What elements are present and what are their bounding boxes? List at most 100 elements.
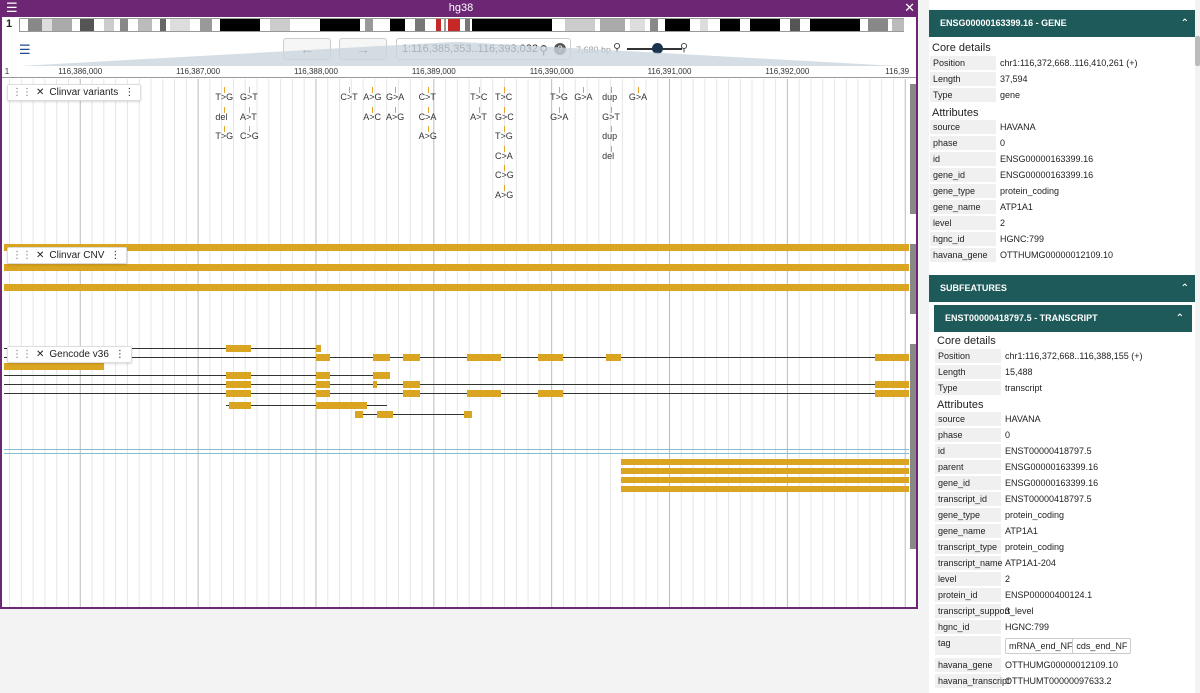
transcript-line[interactable] <box>354 414 472 415</box>
panel-scrollbar-thumb[interactable] <box>1195 36 1200 66</box>
variant-label[interactable]: A>T <box>240 112 257 122</box>
variant-label[interactable]: G>T <box>602 112 620 122</box>
drag-handle-icon[interactable]: ⋮⋮ <box>12 250 32 261</box>
variant-label[interactable]: T>G <box>215 92 233 102</box>
close-track-icon[interactable]: ✕ <box>36 250 44 261</box>
exon[interactable] <box>4 363 104 370</box>
track-list-icon[interactable]: ☰ <box>19 42 31 58</box>
variant-label[interactable]: A>G <box>419 131 437 141</box>
cnv-bar[interactable] <box>4 244 909 251</box>
variant-label[interactable]: G>C <box>495 112 514 122</box>
exon[interactable] <box>315 372 331 379</box>
drag-handle-icon[interactable]: ⋮⋮ <box>12 349 32 360</box>
feature-bar[interactable] <box>621 459 909 465</box>
variant-label[interactable]: A>C <box>363 112 381 122</box>
cnv-bar[interactable] <box>4 264 909 271</box>
track-scrollbar[interactable] <box>910 344 916 549</box>
variant-label[interactable]: T>G <box>495 131 513 141</box>
search-icon[interactable]: ⚲ <box>539 40 548 60</box>
chevron-up-icon[interactable]: ⌃ <box>1181 10 1189 37</box>
zoom-slider-thumb[interactable] <box>652 43 664 54</box>
exon[interactable] <box>466 354 501 361</box>
variant-label[interactable]: G>A <box>550 112 568 122</box>
exon[interactable] <box>226 372 252 379</box>
feature-bar[interactable] <box>621 468 909 474</box>
panel-scrollbar[interactable] <box>1195 0 1200 693</box>
track-menu-icon[interactable]: ⋮ <box>110 250 120 261</box>
variant-label[interactable]: A>G <box>495 190 513 200</box>
feature-bar[interactable] <box>621 486 909 492</box>
feature-bar[interactable] <box>621 477 909 483</box>
pan-left-button[interactable]: ← <box>283 38 331 60</box>
zoom-out-icon[interactable]: ⚲ <box>613 41 621 54</box>
help-icon[interactable]: ? <box>554 43 566 55</box>
exon[interactable] <box>377 411 393 418</box>
exon[interactable] <box>874 390 909 397</box>
variant-label[interactable]: G>A <box>629 92 647 102</box>
variant-label[interactable]: T>G <box>550 92 568 102</box>
chevron-up-icon[interactable]: ⌃ <box>1176 305 1184 332</box>
exon[interactable] <box>372 372 391 379</box>
variant-label[interactable]: C>T <box>340 92 357 102</box>
variant-label[interactable]: A>T <box>470 112 487 122</box>
exon[interactable] <box>226 345 252 352</box>
exon[interactable] <box>315 402 367 409</box>
zoom-in-icon[interactable]: ⚲ <box>680 41 688 54</box>
exon[interactable] <box>403 354 420 361</box>
variant-label[interactable]: G>A <box>574 92 592 102</box>
variant-label[interactable]: C>G <box>495 170 514 180</box>
ruler[interactable]: 1 116,386,000 116,387,000 116,388,000 116,3… <box>2 66 916 78</box>
exon[interactable] <box>537 354 564 361</box>
exon[interactable] <box>874 354 909 361</box>
exon[interactable] <box>354 411 364 418</box>
exon[interactable] <box>372 381 378 388</box>
variant-label[interactable]: C>G <box>240 131 259 141</box>
track-menu-icon[interactable]: ⋮ <box>115 349 125 360</box>
variant-label[interactable]: C>A <box>419 112 437 122</box>
pan-right-button[interactable]: → <box>339 38 387 60</box>
variant-label[interactable]: C>A <box>495 151 513 161</box>
track-header-gencode[interactable]: ⋮⋮ ✕ Gencode v36 ⋮ <box>7 346 132 363</box>
drag-handle-icon[interactable]: ⋮⋮ <box>12 87 32 98</box>
variant-label[interactable]: dup <box>602 131 617 141</box>
exon[interactable] <box>372 354 391 361</box>
exon[interactable] <box>466 390 501 397</box>
location-input[interactable]: 1:116,385,353..116,393,032 ⚲ ? <box>396 38 571 60</box>
exon[interactable] <box>315 354 331 361</box>
transcript-line[interactable] <box>4 357 909 358</box>
exon[interactable] <box>537 390 564 397</box>
subfeatures-header[interactable]: SUBFEATURES ⌃ <box>929 275 1197 302</box>
exon[interactable] <box>315 345 321 352</box>
variant-label[interactable]: G>A <box>386 92 404 102</box>
chromosome-ideogram[interactable] <box>19 18 904 32</box>
variant-label[interactable]: T>C <box>470 92 487 102</box>
gene-panel-header[interactable]: ENSG00000163399.16 - GENE ⌃ <box>929 10 1197 37</box>
exon[interactable] <box>605 354 622 361</box>
close-track-icon[interactable]: ✕ <box>36 349 44 360</box>
exon[interactable] <box>874 381 909 388</box>
chevron-up-icon[interactable]: ⌃ <box>1181 275 1189 302</box>
close-icon[interactable]: ✕ <box>904 0 915 16</box>
transcript-line[interactable] <box>4 393 909 394</box>
track-menu-icon[interactable]: ⋮ <box>124 87 134 98</box>
track-header-clinvar-cnv[interactable]: ⋮⋮ ✕ Clinvar CNV ⋮ <box>7 247 128 264</box>
exon[interactable] <box>226 390 252 397</box>
exon[interactable] <box>315 390 331 397</box>
variant-label[interactable]: A>G <box>386 112 404 122</box>
exon[interactable] <box>315 381 331 388</box>
exon[interactable] <box>464 411 472 418</box>
transcript-line[interactable] <box>4 384 909 385</box>
variant-label[interactable]: T>G <box>215 131 233 141</box>
track-scrollbar[interactable] <box>910 84 916 214</box>
variant-label[interactable]: del <box>215 112 227 122</box>
track-scrollbar[interactable] <box>910 244 916 314</box>
exon[interactable] <box>228 402 252 409</box>
variant-label[interactable]: del <box>602 151 614 161</box>
track-header-clinvar-variants[interactable]: ⋮⋮ ✕ Clinvar variants ⋮ <box>7 84 142 101</box>
exon[interactable] <box>403 381 420 388</box>
exon[interactable] <box>226 381 252 388</box>
variant-label[interactable]: G>T <box>240 92 258 102</box>
close-track-icon[interactable]: ✕ <box>36 87 44 98</box>
transcript-panel-header[interactable]: ENST00000418797.5 - TRANSCRIPT ⌃ <box>934 305 1192 332</box>
cnv-bar[interactable] <box>4 284 909 291</box>
